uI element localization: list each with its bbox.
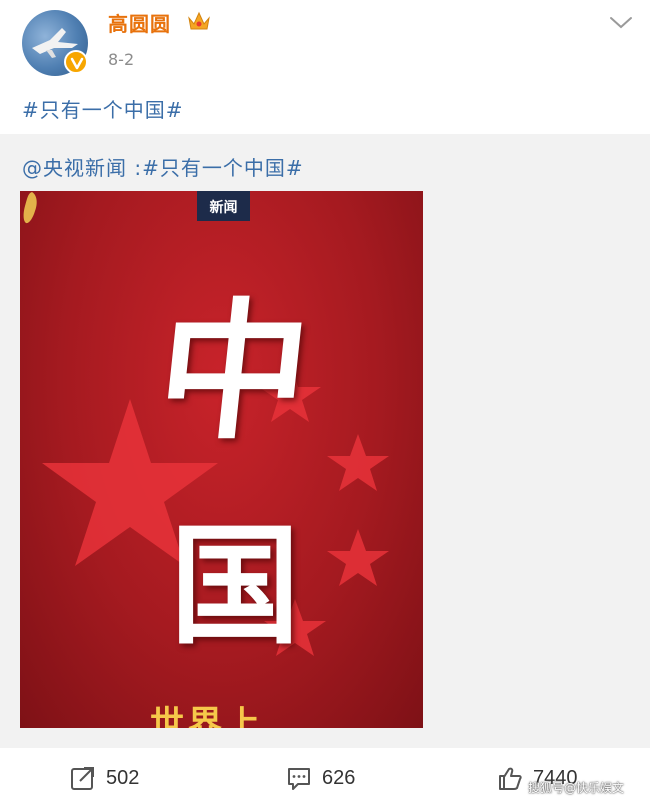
crown-icon <box>188 11 210 30</box>
small-star-3 <box>327 529 389 586</box>
comment-icon <box>288 768 310 790</box>
repost-text[interactable]: @央视新闻 :#只有一个中国# <box>22 152 304 181</box>
post-date: 8-2 <box>108 50 135 69</box>
calligraphy-char-guo: 国 <box>170 509 301 662</box>
username[interactable]: 高圆圆 <box>108 8 171 37</box>
news-logo: 新闻 <box>197 191 250 221</box>
small-star-2 <box>327 434 389 491</box>
taiwan-island-icon <box>23 192 37 224</box>
verified-v-icon <box>70 57 84 70</box>
comment-count: 626 <box>322 766 356 789</box>
share-icon <box>71 767 94 790</box>
repost-count: 502 <box>106 766 140 789</box>
watermark: 搜狐号@快乐娱文 <box>528 781 625 795</box>
repost-button[interactable]: 502 <box>70 764 139 792</box>
verified-badge <box>64 50 88 74</box>
calligraphy-char-zhong: 中 <box>149 284 318 460</box>
comment-button[interactable]: 626 <box>286 764 355 792</box>
post-text-hashtag[interactable]: #只有一个中国# <box>22 94 184 123</box>
thumbs-up-icon <box>499 767 522 790</box>
chevron-down-icon[interactable] <box>608 14 634 32</box>
repost-image[interactable]: 新闻 中 国 世界上 <box>20 191 423 728</box>
repost-container[interactable]: @央视新闻 :#只有一个中国# 新闻 中 国 世界上 <box>0 134 650 748</box>
image-subtitle: 世界上 <box>150 704 264 728</box>
post-header: 高圆圆 8-2 <box>0 0 650 90</box>
